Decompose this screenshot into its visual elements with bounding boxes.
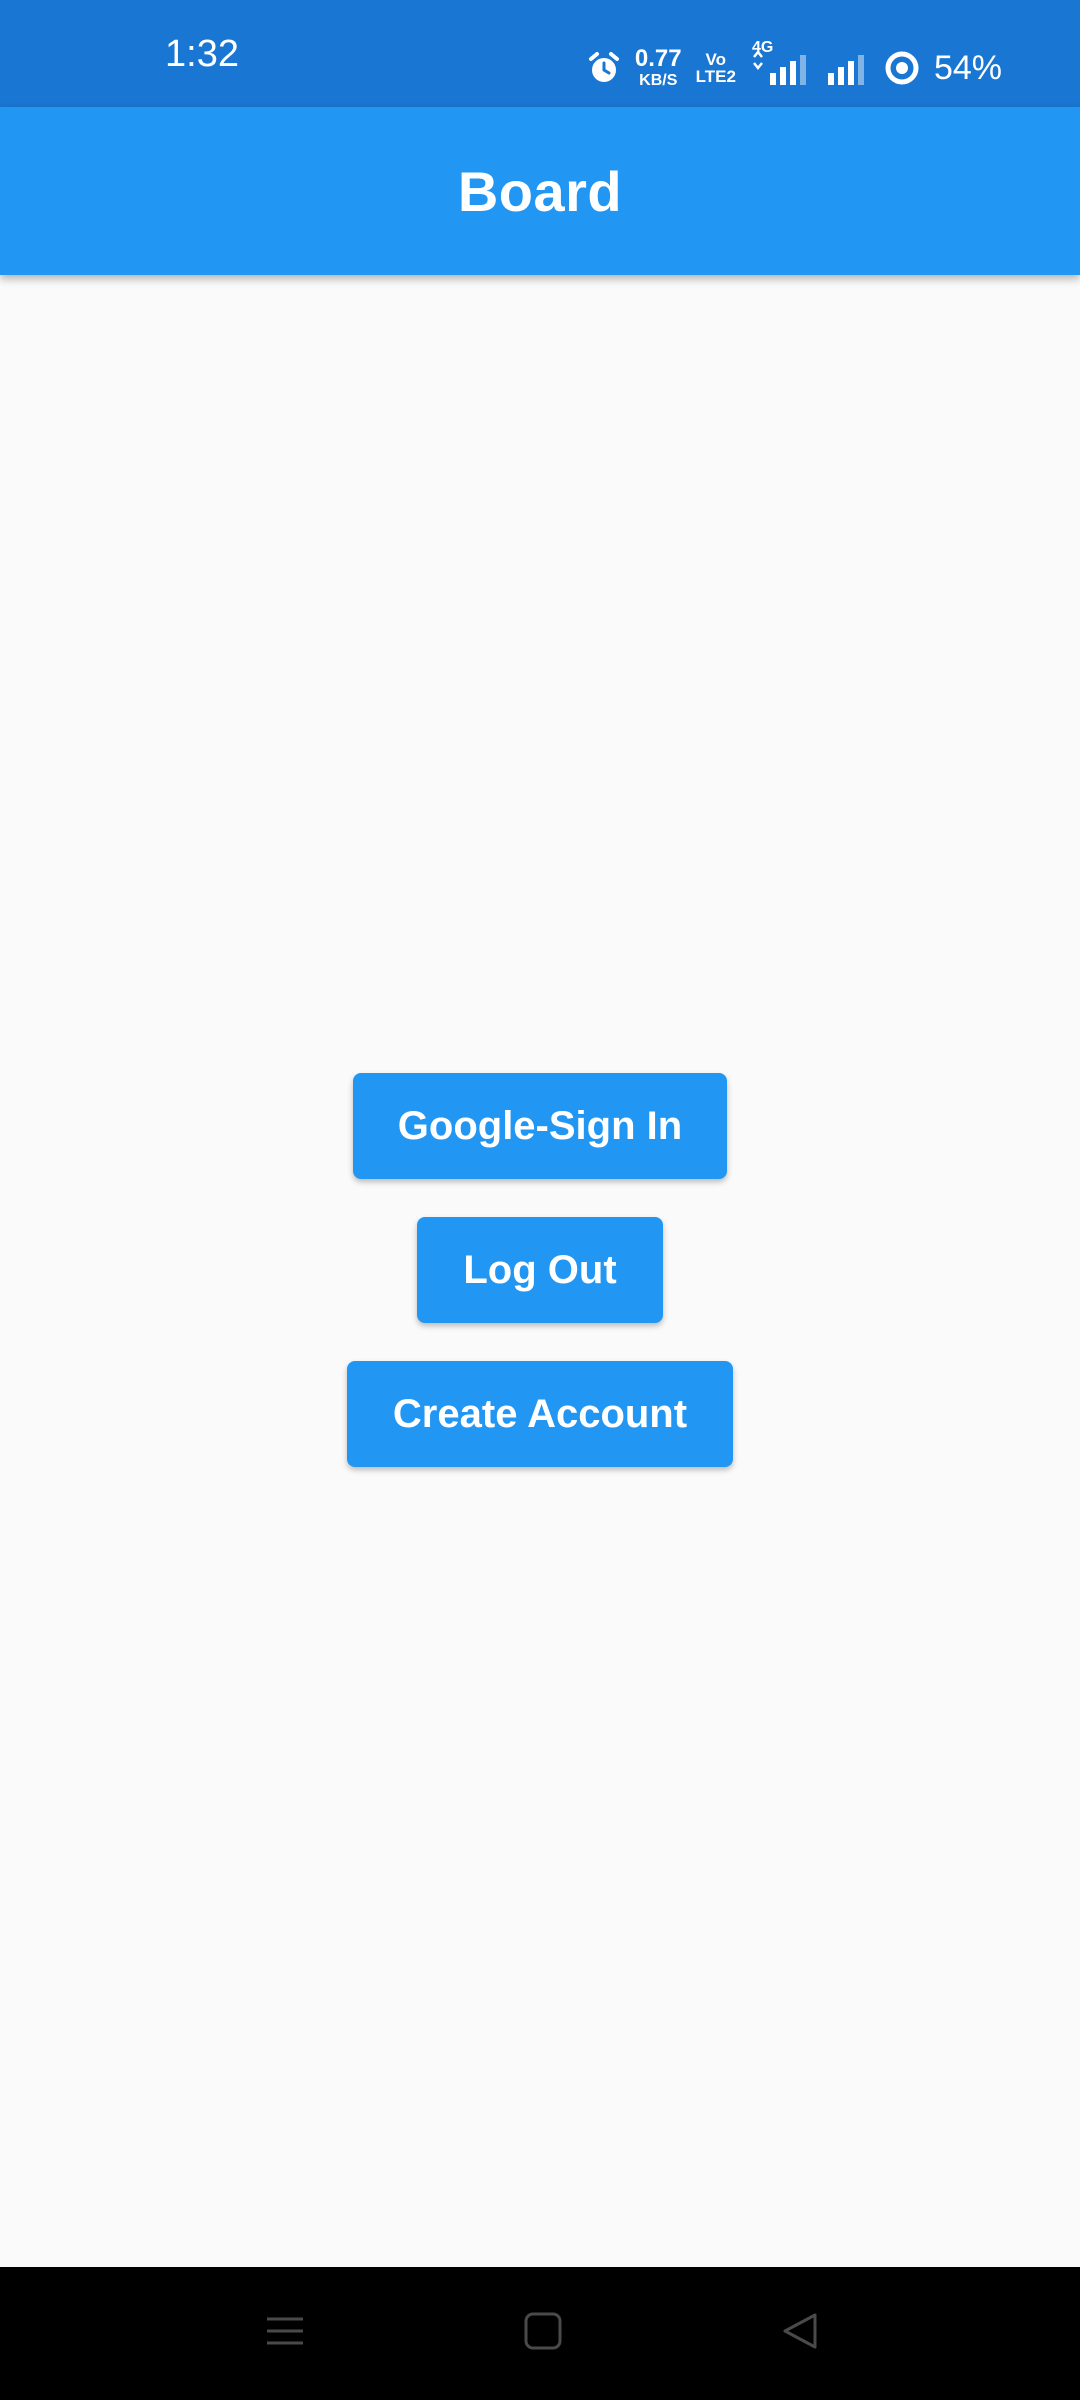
nav-home-button[interactable] [483,2267,603,2400]
nav-menu-button[interactable] [225,2267,345,2400]
main-content: Google-Sign In Log Out Create Account [0,275,1080,2267]
status-bar: 1:32 0.77 KB/S Vo LTE2 4G 54% [0,0,1080,107]
battery-percent: 54% [933,48,1002,87]
home-square-icon [523,2311,563,2356]
volte-bottom: LTE2 [695,67,736,86]
google-sign-in-button[interactable]: Google-Sign In [353,1073,727,1179]
menu-icon [265,2311,305,2356]
nav-back-button[interactable] [741,2267,861,2400]
battery-ring-icon [884,50,920,86]
navigation-bar [0,2267,1080,2400]
network-speed-unit: KB/S [639,72,678,89]
page-title: Board [457,159,623,223]
alarm-icon [587,51,621,85]
volte-indicator: Vo LTE2 [696,51,736,85]
log-out-button[interactable]: Log Out [417,1217,663,1323]
network-type: 4G [751,39,774,56]
network-speed: 0.77 KB/S [635,47,682,89]
status-time: 1:32 [165,32,239,75]
signal-strength-icon: 4G [750,39,812,85]
signal-strength-icon [826,51,870,85]
create-account-button[interactable]: Create Account [347,1361,733,1467]
volte-top: Vo [705,50,727,69]
app-bar: Board [0,107,1080,275]
network-speed-value: 0.77 [634,45,682,72]
back-triangle-icon [781,2311,821,2356]
